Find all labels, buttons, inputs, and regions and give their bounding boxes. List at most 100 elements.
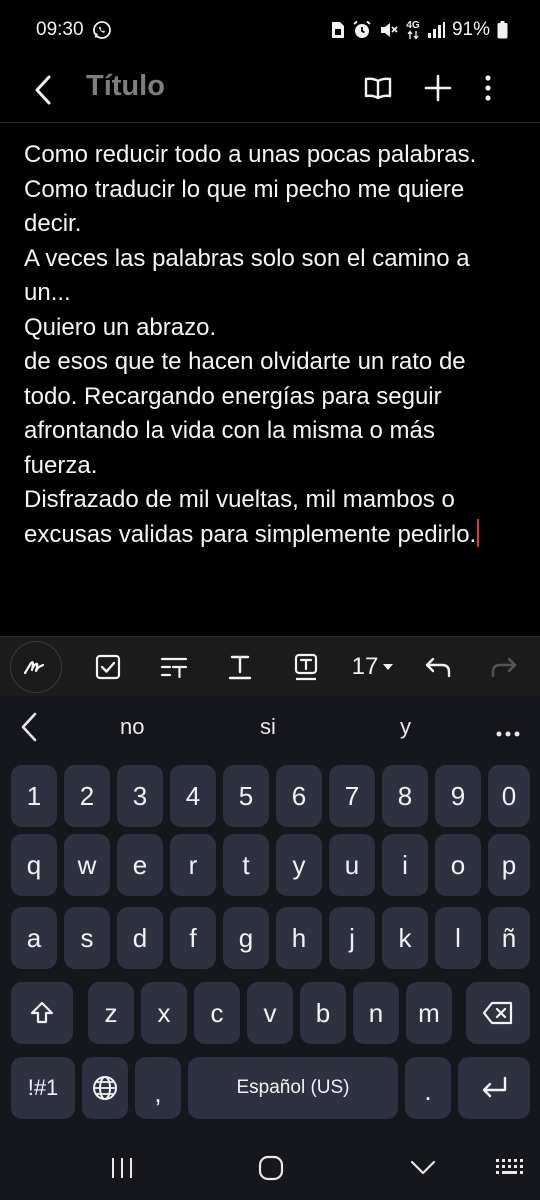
sim-icon xyxy=(331,21,345,39)
key-n[interactable]: n xyxy=(353,982,399,1044)
key-g[interactable]: g xyxy=(223,907,269,969)
key-enye[interactable]: ñ xyxy=(488,907,530,969)
key-h[interactable]: h xyxy=(276,907,322,969)
back-arrow-icon[interactable] xyxy=(34,68,66,112)
key-x[interactable]: x xyxy=(141,982,187,1044)
data-arrows-icon: 4G xyxy=(406,19,420,40)
suggestion-1[interactable]: no xyxy=(120,714,144,740)
key-o[interactable]: o xyxy=(435,834,481,896)
status-time: 09:30 xyxy=(36,19,84,40)
key-f[interactable]: f xyxy=(170,907,216,969)
key-5[interactable]: 5 xyxy=(223,765,269,827)
key-3[interactable]: 3 xyxy=(117,765,163,827)
note-line: excusas validas para simplemente pedirlo… xyxy=(24,520,477,548)
note-last-line: excusas validas para simplemente pedirlo… xyxy=(24,518,524,553)
key-b[interactable]: b xyxy=(300,982,346,1044)
key-q[interactable]: q xyxy=(11,834,57,896)
signal-icon xyxy=(427,22,445,38)
header-divider xyxy=(0,122,540,123)
language-key[interactable] xyxy=(82,1057,128,1119)
key-0[interactable]: 0 xyxy=(488,765,530,827)
note-line: un... xyxy=(24,279,71,306)
text-style-icon[interactable] xyxy=(152,645,196,689)
key-1[interactable]: 1 xyxy=(11,765,57,827)
backspace-icon xyxy=(482,1001,513,1025)
note-line: Como reducir todo a unas pocas palabras. xyxy=(24,141,477,168)
note-title[interactable]: Título xyxy=(86,70,165,103)
key-c[interactable]: c xyxy=(194,982,240,1044)
key-d[interactable]: d xyxy=(117,907,163,969)
enter-icon xyxy=(482,1076,507,1098)
key-m[interactable]: m xyxy=(406,982,452,1044)
navigation-bar xyxy=(0,1136,540,1200)
key-z[interactable]: z xyxy=(88,982,134,1044)
space-key[interactable]: Español (US) xyxy=(188,1057,398,1119)
key-a[interactable]: a xyxy=(11,907,57,969)
note-body[interactable]: Como reducir todo a unas pocas palabras.… xyxy=(24,138,524,552)
key-2[interactable]: 2 xyxy=(64,765,110,827)
note-line: todo. Recargando energías para seguir xyxy=(24,382,442,410)
key-7[interactable]: 7 xyxy=(329,765,375,827)
note-line: fuerza. xyxy=(24,451,98,479)
alarm-icon xyxy=(352,20,372,40)
globe-icon xyxy=(93,1076,117,1100)
app-bar: Título xyxy=(0,60,540,122)
text-cursor xyxy=(477,518,480,547)
back-chevron-icon[interactable] xyxy=(408,1150,438,1186)
format-toolbar: 17 xyxy=(0,636,540,696)
suggestion-2[interactable]: si xyxy=(260,714,276,740)
backspace-key[interactable] xyxy=(466,982,530,1044)
period-key[interactable]: . xyxy=(405,1057,451,1119)
suggestion-bar: no si y xyxy=(0,696,540,758)
key-i[interactable]: i xyxy=(382,834,428,896)
status-bar: 09:30 4G 91% xyxy=(0,0,540,60)
more-horiz-icon[interactable] xyxy=(496,724,520,742)
plus-icon[interactable] xyxy=(416,66,460,110)
key-4[interactable]: 4 xyxy=(170,765,216,827)
key-w[interactable]: w xyxy=(64,834,110,896)
key-u[interactable]: u xyxy=(329,834,375,896)
key-s[interactable]: s xyxy=(64,907,110,969)
key-p[interactable]: p xyxy=(488,834,530,896)
battery-percent: 91% xyxy=(451,19,490,40)
key-t[interactable]: t xyxy=(223,834,269,896)
key-l[interactable]: l xyxy=(435,907,481,969)
key-y[interactable]: y xyxy=(276,834,322,896)
text-box-icon[interactable] xyxy=(284,645,328,689)
shift-icon xyxy=(30,1001,54,1024)
key-8[interactable]: 8 xyxy=(382,765,428,827)
keyboard: no si y 1 2 3 4 5 6 7 8 9 0 q w e r t y … xyxy=(0,696,540,1136)
comma-key[interactable]: , xyxy=(135,1057,181,1119)
key-r[interactable]: r xyxy=(170,834,216,896)
font-size-select[interactable]: 17 xyxy=(348,645,398,689)
book-icon[interactable] xyxy=(356,66,400,110)
whatsapp-icon xyxy=(92,20,112,40)
note-line: A veces las palabras solo son el camino … xyxy=(24,244,470,272)
home-icon[interactable] xyxy=(254,1150,288,1186)
note-line: Como traducir lo que mi pecho me quiere xyxy=(24,175,465,203)
notes-app: 09:30 4G 91% Título Como reducir todo a … xyxy=(0,0,540,1200)
shift-key[interactable] xyxy=(11,982,73,1044)
key-e[interactable]: e xyxy=(117,834,163,896)
key-9[interactable]: 9 xyxy=(435,765,481,827)
key-v[interactable]: v xyxy=(247,982,293,1044)
recents-icon[interactable] xyxy=(106,1150,138,1186)
checkbox-icon[interactable] xyxy=(86,645,130,689)
handwriting-icon[interactable] xyxy=(10,641,62,693)
suggestion-3[interactable]: y xyxy=(400,714,411,740)
note-line: Quiero un abrazo. xyxy=(24,313,217,341)
network-type: 4G xyxy=(406,19,420,31)
key-6[interactable]: 6 xyxy=(276,765,322,827)
undo-icon[interactable] xyxy=(416,645,460,689)
battery-icon xyxy=(497,21,508,39)
keyboard-hide-icon[interactable] xyxy=(492,1150,526,1186)
symbols-key[interactable]: !#1 xyxy=(11,1057,75,1119)
enter-key[interactable] xyxy=(458,1057,530,1119)
underline-text-icon[interactable] xyxy=(218,645,262,689)
key-k[interactable]: k xyxy=(382,907,428,969)
redo-icon[interactable] xyxy=(482,645,526,689)
key-j[interactable]: j xyxy=(329,907,375,969)
more-vert-icon[interactable] xyxy=(466,66,510,110)
note-line: afrontando la vida con la misma o más xyxy=(24,417,435,444)
suggestion-back-icon[interactable] xyxy=(20,712,38,747)
